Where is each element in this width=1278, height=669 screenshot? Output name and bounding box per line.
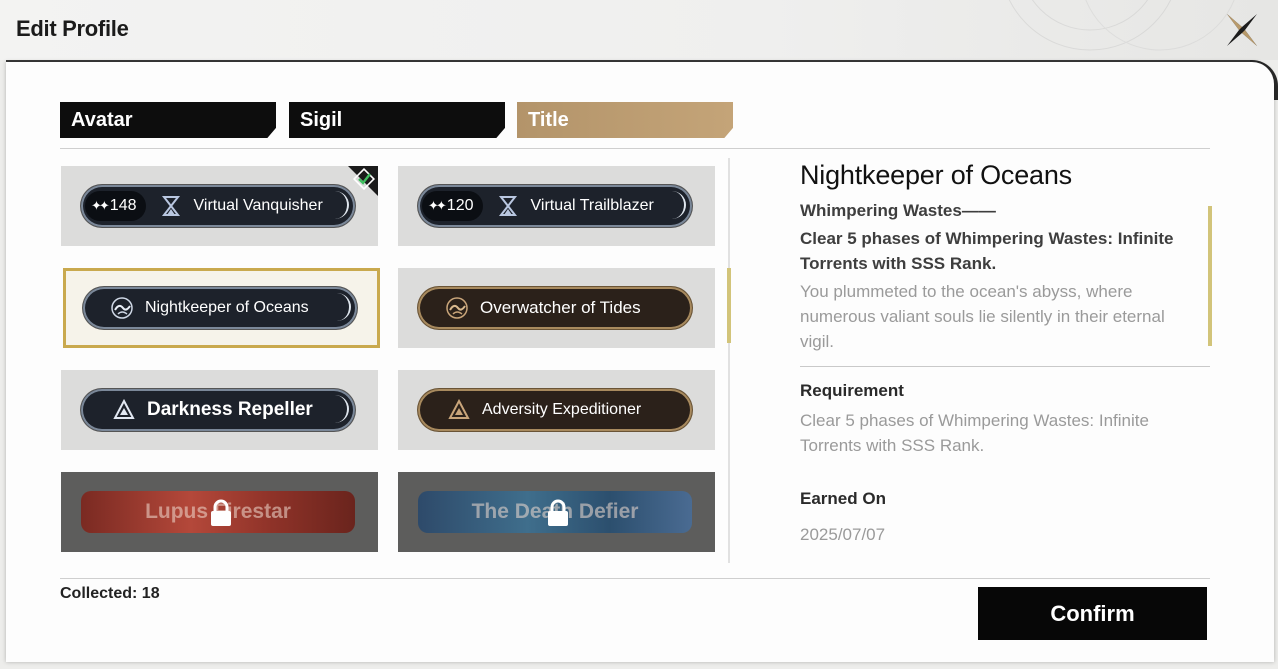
title-name: Nightkeeper of Oceans [145, 299, 309, 316]
detail-divider [800, 366, 1210, 367]
badge-ornament [666, 191, 686, 219]
header-divider [60, 148, 1210, 149]
triangle-emblem-icon [446, 397, 472, 423]
title-count: 148 [109, 197, 137, 214]
badge-ornament [329, 395, 349, 423]
tab-title[interactable]: Title [517, 102, 733, 138]
title-card-nightkeeper-of-oceans[interactable]: Nightkeeper of Oceans [63, 268, 380, 348]
title-badge: Overwatcher of Tides [418, 287, 692, 329]
requirement-text: Clear 5 phases of Whimpering Wastes: Inf… [800, 411, 1149, 455]
title-name: Virtual Trailblazer [530, 197, 654, 214]
list-scrollbar-track[interactable] [728, 158, 730, 563]
sparkle-icon: ✦✦ [91, 198, 110, 213]
hourglass-icon [158, 193, 184, 219]
detail-title: Nightkeeper of Oceans [800, 160, 1072, 190]
close-button[interactable] [1222, 10, 1262, 50]
title-card-darkness-repeller[interactable]: Darkness Repeller [61, 370, 378, 450]
lock-icon [211, 499, 231, 526]
detail-condition: Clear 5 phases of Whimpering Wastes: Inf… [800, 229, 1174, 273]
progress-count-pill: ✦✦ 148 [85, 191, 146, 221]
badge-ornament [329, 191, 349, 219]
title-name: Overwatcher of Tides [480, 298, 641, 317]
badge-ornament [331, 293, 351, 321]
detail-subtitle: Whimpering Wastes—— [800, 201, 996, 220]
collected-count: Collected: 18 [60, 585, 160, 602]
requirement-label: Requirement [800, 381, 904, 400]
title-card-adversity-expeditioner[interactable]: Adversity Expeditioner [398, 370, 715, 450]
list-scrollbar-thumb[interactable] [727, 268, 731, 343]
title-badge: Nightkeeper of Oceans [83, 287, 357, 329]
earned-on-date: 2025/07/07 [800, 525, 886, 544]
decorative-arc-pattern [1008, 0, 1235, 51]
title-bar: Edit Profile [0, 0, 1278, 60]
progress-count-pill: ✦✦ 120 [422, 191, 483, 221]
tab-sigil[interactable]: Sigil [289, 102, 505, 138]
equipped-check-icon [353, 168, 375, 190]
title-card-overwatcher-of-tides[interactable]: Overwatcher of Tides [398, 268, 715, 348]
title-card-the-death-defier-locked[interactable]: The Death Defier [398, 472, 715, 552]
confirm-button[interactable]: Confirm [978, 587, 1207, 640]
title-card-virtual-trailblazer[interactable]: ✦✦ 120 Virtual Trailblazer [398, 166, 715, 246]
detail-scrollbar-thumb[interactable] [1208, 206, 1212, 346]
triangle-emblem-icon [111, 397, 137, 423]
title-name: Darkness Repeller [147, 399, 313, 420]
title-count: 120 [446, 197, 474, 214]
detail-description: You plummeted to the ocean's abyss, wher… [800, 282, 1165, 351]
ocean-emblem-icon [444, 295, 470, 321]
title-badge: ✦✦ 148 Virtual Vanquisher [81, 185, 355, 227]
title-card-virtual-vanquisher[interactable]: ✦✦ 148 Virtual Vanquisher [61, 166, 378, 246]
sparkle-icon: ✦✦ [428, 198, 447, 213]
edit-profile-panel [6, 62, 1274, 662]
tab-avatar[interactable]: Avatar [60, 102, 276, 138]
title-name: Adversity Expeditioner [482, 401, 642, 418]
footer-divider [60, 578, 1210, 579]
ocean-emblem-icon [109, 295, 135, 321]
hourglass-icon [495, 193, 521, 219]
title-badge: Adversity Expeditioner [418, 389, 692, 431]
lock-icon [548, 499, 568, 526]
title-badge: ✦✦ 120 Virtual Trailblazer [418, 185, 692, 227]
window-title: Edit Profile [16, 16, 129, 41]
title-badge: Darkness Repeller [81, 389, 355, 431]
title-name: Virtual Vanquisher [193, 197, 323, 214]
title-card-lupus-firestar-locked[interactable]: Lupus Firestar [61, 472, 378, 552]
earned-on-label: Earned On [800, 489, 886, 508]
close-icon [1227, 14, 1257, 46]
